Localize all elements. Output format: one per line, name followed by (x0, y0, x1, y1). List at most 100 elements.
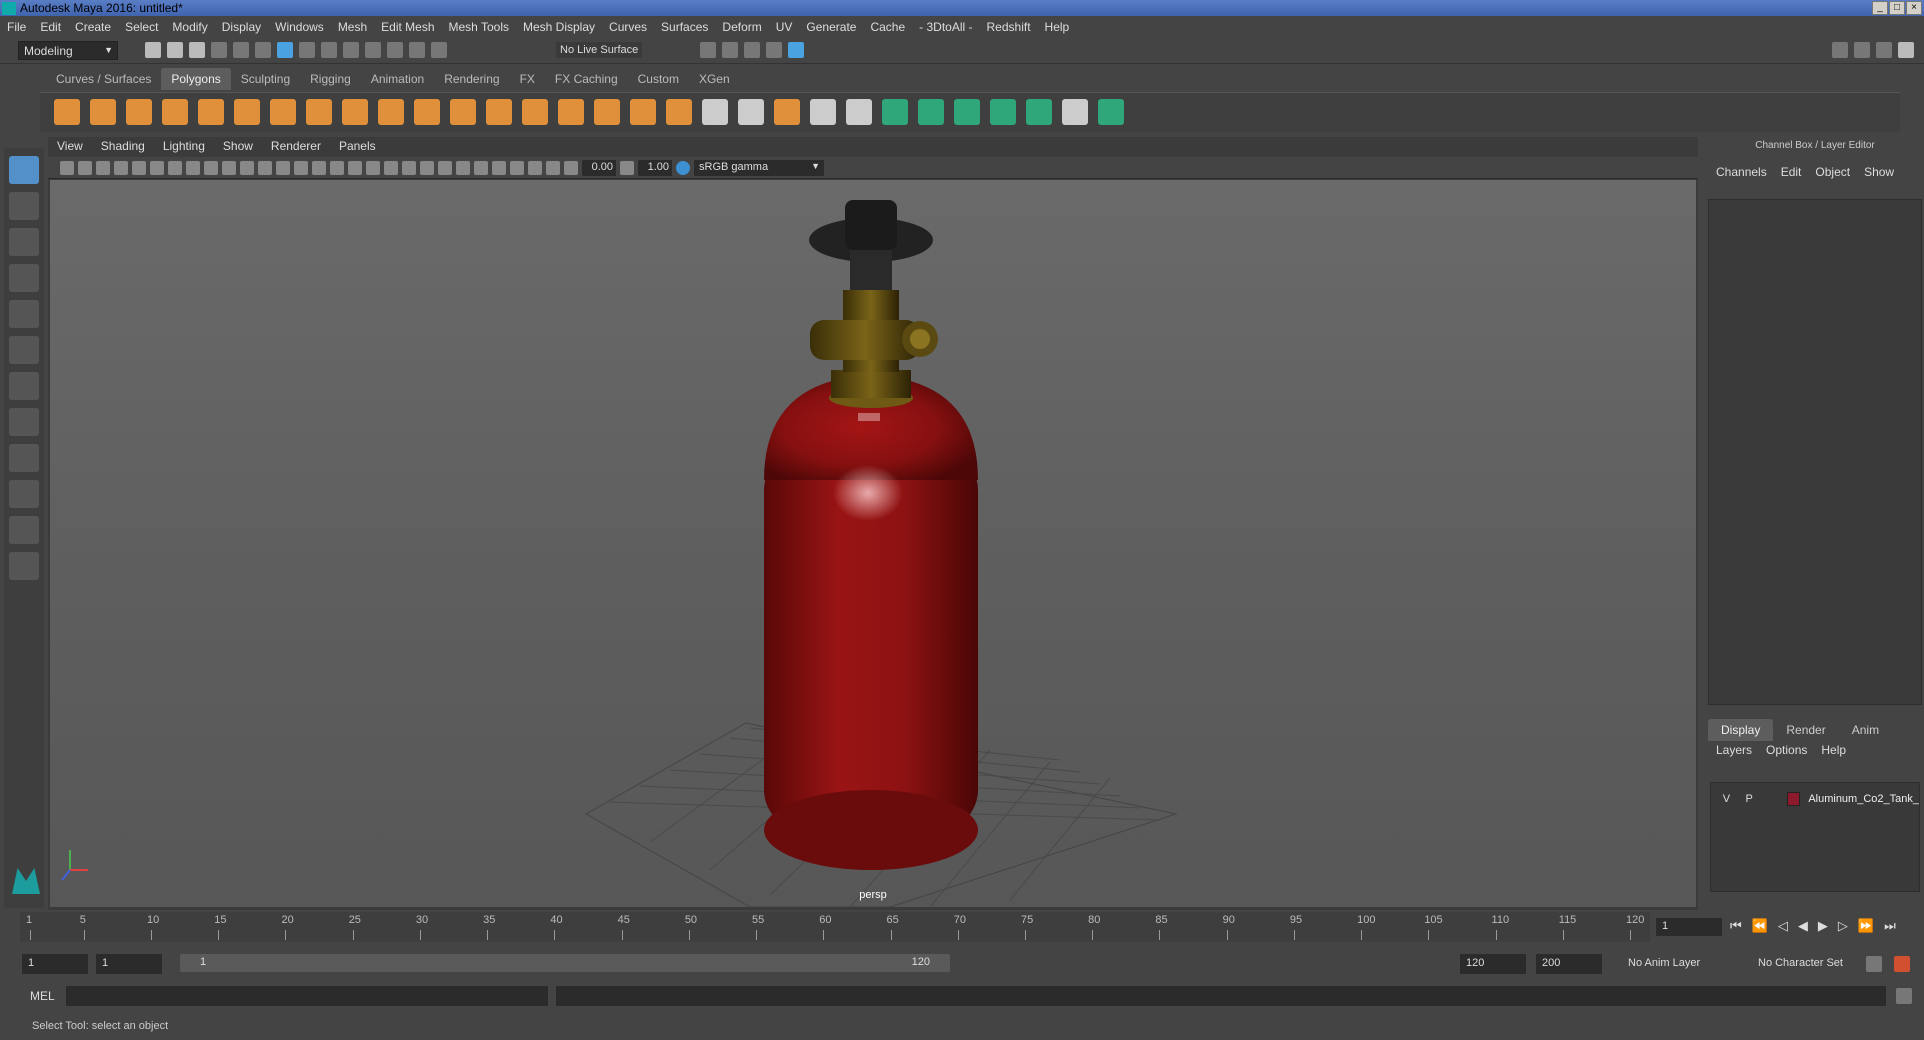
snap-surface-icon[interactable] (409, 42, 425, 58)
menu-cache[interactable]: Cache (863, 20, 912, 34)
gate-mask-icon[interactable] (222, 160, 236, 175)
menu-generate[interactable]: Generate (799, 20, 863, 34)
menu-surfaces[interactable]: Surfaces (654, 20, 715, 34)
new-scene-icon[interactable] (145, 42, 161, 58)
snap-point-icon[interactable] (365, 42, 381, 58)
default-material-icon[interactable] (330, 160, 344, 175)
wireframe-on-shaded-icon[interactable] (348, 160, 362, 175)
gamma-icon[interactable] (620, 160, 634, 175)
shelf-tab-custom[interactable]: Custom (627, 68, 689, 90)
tool-settings-icon[interactable] (1876, 42, 1892, 58)
render-settings-icon[interactable] (766, 42, 782, 58)
uv-automatic-icon[interactable] (990, 99, 1016, 125)
rotate-tool-icon[interactable] (9, 300, 39, 328)
animation-preferences-icon[interactable] (1894, 956, 1910, 972)
extrude-icon[interactable] (666, 99, 692, 125)
snap-curve-icon[interactable] (343, 42, 359, 58)
channel-box-area[interactable] (1708, 199, 1922, 705)
maximize-button[interactable]: □ (1889, 1, 1905, 15)
uv-layout-icon[interactable] (1098, 99, 1124, 125)
poke-icon[interactable] (846, 99, 872, 125)
bookmark-icon[interactable] (96, 160, 110, 175)
gamma-field[interactable]: 1.00 (638, 159, 672, 176)
select-hierarchy-icon[interactable] (255, 42, 271, 58)
modeling-toolkit-icon[interactable] (1832, 42, 1848, 58)
motion-blur-icon[interactable] (438, 160, 452, 175)
xray-components-icon[interactable] (546, 160, 560, 175)
image-plane-icon[interactable] (114, 160, 128, 175)
script-editor-icon[interactable] (1896, 988, 1912, 1004)
use-all-lights-icon[interactable] (384, 160, 398, 175)
shelf-tab-polygons[interactable]: Polygons (161, 68, 231, 90)
poly-cylinder-icon[interactable] (126, 99, 152, 125)
target-weld-icon[interactable] (594, 99, 620, 125)
side-by-side-layout-icon[interactable] (9, 444, 39, 472)
edit-menu[interactable]: Edit (1781, 165, 1802, 179)
xray-icon[interactable] (510, 160, 524, 175)
uv-editor-icon[interactable] (1062, 99, 1088, 125)
range-slider[interactable]: 1 120 (180, 954, 950, 972)
extract-icon[interactable] (414, 99, 440, 125)
play-backward-icon[interactable]: ◀ (1798, 918, 1808, 934)
poly-pipe-icon[interactable] (306, 99, 332, 125)
select-tool-icon[interactable] (9, 156, 39, 184)
view-transform-dropdown[interactable]: sRGB gamma ▼ (694, 159, 824, 176)
layer-help-menu[interactable]: Help (1821, 743, 1846, 757)
exposure-field[interactable]: 0.00 (582, 159, 616, 176)
anim-layer-dropdown[interactable]: No Anim Layer (1622, 954, 1732, 974)
channels-menu[interactable]: Channels (1716, 165, 1767, 179)
start-time-field[interactable]: 1 (22, 954, 88, 974)
tab-display[interactable]: Display (1708, 719, 1774, 741)
shelf-tab-curves-surfaces[interactable]: Curves / Surfaces (46, 68, 162, 90)
vp-menu-panels[interactable]: Panels (330, 139, 385, 157)
menu-deform[interactable]: Deform (715, 20, 768, 34)
poly-pyramid-icon[interactable] (270, 99, 296, 125)
menu-3dtoall[interactable]: - 3DtoAll - (912, 20, 979, 34)
poly-plane-icon[interactable] (198, 99, 224, 125)
single-view-layout-icon[interactable] (9, 372, 39, 400)
go-to-end-icon[interactable]: ⏭ (1884, 918, 1896, 934)
color-management-icon[interactable] (676, 160, 690, 175)
step-forward-key-icon[interactable]: ▷ (1838, 918, 1848, 934)
render-view-icon[interactable] (700, 42, 716, 58)
menu-mesh-display[interactable]: Mesh Display (516, 20, 602, 34)
shelf-tab-rigging[interactable]: Rigging (300, 68, 361, 90)
menu-modify[interactable]: Modify (165, 20, 214, 34)
mel-label[interactable]: MEL (30, 989, 55, 1003)
poly-sphere-icon[interactable] (54, 99, 80, 125)
menu-uv[interactable]: UV (769, 20, 800, 34)
menu-display[interactable]: Display (215, 20, 268, 34)
field-chart-icon[interactable] (240, 160, 254, 175)
snap-view-icon[interactable] (387, 42, 403, 58)
menu-create[interactable]: Create (68, 20, 118, 34)
close-button[interactable]: × (1906, 1, 1922, 15)
boolean-icon[interactable] (486, 99, 512, 125)
show-menu[interactable]: Show (1864, 165, 1894, 179)
move-tool-icon[interactable] (9, 264, 39, 292)
camera-select-icon[interactable] (60, 160, 74, 175)
mirror-icon[interactable] (522, 99, 548, 125)
undo-icon[interactable] (211, 42, 227, 58)
exposure-icon[interactable] (564, 160, 578, 175)
select-object-icon[interactable] (277, 42, 293, 58)
shelf-tab-fx-caching[interactable]: FX Caching (544, 68, 628, 90)
shadows-icon[interactable] (402, 160, 416, 175)
make-live-icon[interactable] (431, 42, 447, 58)
shelf-tab-fx[interactable]: FX (509, 68, 545, 90)
layer-row[interactable]: V P Aluminum_Co2_Tank_v (1711, 789, 1919, 809)
command-input[interactable] (66, 986, 548, 1006)
smooth-shade-icon[interactable] (312, 160, 326, 175)
shelf-tab-rendering[interactable]: Rendering (434, 68, 510, 90)
menu-redshift[interactable]: Redshift (980, 20, 1038, 34)
object-menu[interactable]: Object (1815, 165, 1850, 179)
render-frame-icon[interactable] (722, 42, 738, 58)
attribute-editor-icon[interactable] (1854, 42, 1870, 58)
outliner-layout-icon[interactable] (9, 480, 39, 508)
shelf-tab-animation[interactable]: Animation (360, 68, 435, 90)
vp-menu-lighting[interactable]: Lighting (154, 139, 214, 157)
minimize-button[interactable]: _ (1872, 1, 1888, 15)
tab-render[interactable]: Render (1773, 719, 1838, 741)
layer-color-swatch[interactable] (1787, 792, 1801, 806)
append-polygon-icon[interactable] (774, 99, 800, 125)
auto-key-icon[interactable] (1866, 956, 1882, 972)
